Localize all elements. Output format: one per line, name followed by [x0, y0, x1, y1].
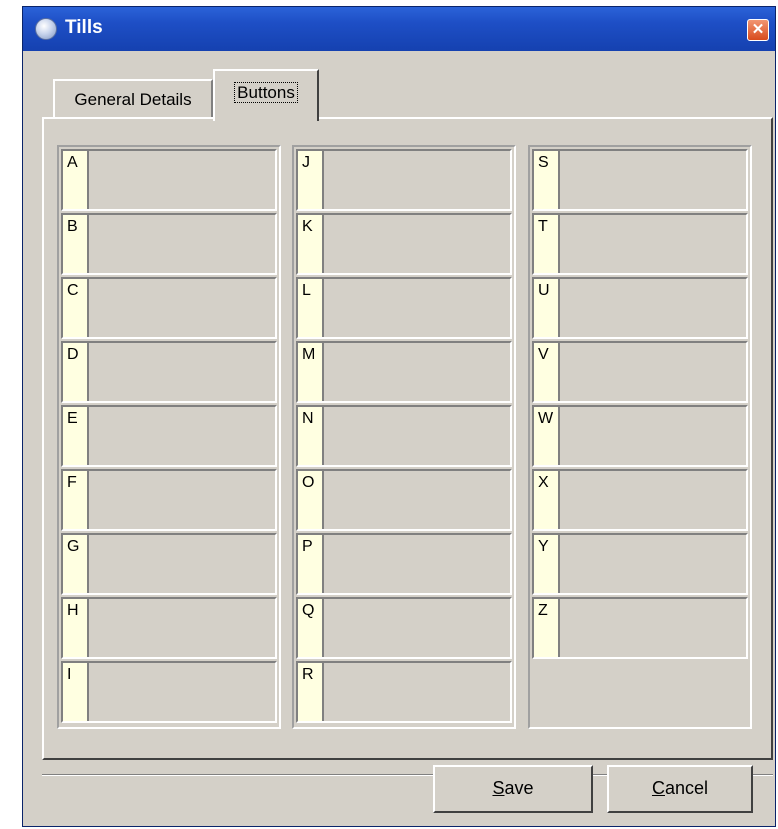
till-button-slot-t[interactable]: T: [532, 213, 748, 275]
till-button-letter: S: [534, 151, 560, 209]
till-button-letter: J: [298, 151, 324, 209]
till-button-letter: O: [298, 471, 324, 529]
till-button-letter: Q: [298, 599, 324, 657]
till-button-letter: K: [298, 215, 324, 273]
till-button-slot-w[interactable]: W: [532, 405, 748, 467]
window-title: Tills: [65, 17, 103, 38]
cancel-button[interactable]: Cancel: [607, 765, 753, 813]
till-button-slot-k[interactable]: K: [296, 213, 512, 275]
till-button-letter: C: [63, 279, 89, 337]
save-mnemonic: S: [492, 778, 505, 798]
till-button-letter: D: [63, 343, 89, 401]
till-button-slot-n[interactable]: N: [296, 405, 512, 467]
close-icon[interactable]: ✕: [747, 19, 769, 41]
till-button-slot-z[interactable]: Z: [532, 597, 748, 659]
till-button-slot-p[interactable]: P: [296, 533, 512, 595]
till-button-slot-a[interactable]: A: [61, 149, 277, 211]
till-button-slot-e[interactable]: E: [61, 405, 277, 467]
till-button-letter: M: [298, 343, 324, 401]
buttons-tab-panel: ABCDEFGHI JKLMNOPQR STUVWXYZ: [42, 117, 773, 760]
till-button-slot-u[interactable]: U: [532, 277, 748, 339]
till-button-slot-h[interactable]: H: [61, 597, 277, 659]
till-button-slot-j[interactable]: J: [296, 149, 512, 211]
till-button-letter: U: [534, 279, 560, 337]
title-bar[interactable]: Tills ✕: [23, 7, 775, 51]
till-button-letter: I: [63, 663, 89, 721]
till-button-letter: P: [298, 535, 324, 593]
till-button-letter: W: [534, 407, 560, 465]
tab-buttons-label: Buttons: [234, 82, 298, 103]
tab-general-details-label: General Details: [74, 90, 192, 109]
tills-dialog: Tills ✕ General Details Buttons ABCDEFGH…: [22, 6, 776, 827]
till-button-letter: X: [534, 471, 560, 529]
till-button-slot-s[interactable]: S: [532, 149, 748, 211]
till-button-slot-b[interactable]: B: [61, 213, 277, 275]
till-button-letter: F: [63, 471, 89, 529]
button-column-3: STUVWXYZ: [528, 145, 752, 729]
till-button-slot-o[interactable]: O: [296, 469, 512, 531]
till-button-letter: E: [63, 407, 89, 465]
till-button-slot-r[interactable]: R: [296, 661, 512, 723]
till-button-slot-q[interactable]: Q: [296, 597, 512, 659]
till-button-letter: Z: [534, 599, 560, 657]
till-button-slot-f[interactable]: F: [61, 469, 277, 531]
till-button-letter: G: [63, 535, 89, 593]
till-button-letter: L: [298, 279, 324, 337]
till-button-letter: H: [63, 599, 89, 657]
till-button-letter: A: [63, 151, 89, 209]
till-button-slot-x[interactable]: X: [532, 469, 748, 531]
till-button-slot-g[interactable]: G: [61, 533, 277, 595]
cancel-label-rest: ancel: [664, 778, 709, 798]
button-column-1: ABCDEFGHI: [57, 145, 281, 729]
app-icon: [35, 18, 57, 40]
till-button-letter: Y: [534, 535, 560, 593]
till-button-slot-i[interactable]: I: [61, 661, 277, 723]
cancel-mnemonic: C: [651, 778, 665, 798]
till-button-slot-c[interactable]: C: [61, 277, 277, 339]
till-button-slot-y[interactable]: Y: [532, 533, 748, 595]
till-button-slot-l[interactable]: L: [296, 277, 512, 339]
till-button-slot-d[interactable]: D: [61, 341, 277, 403]
till-button-letter: N: [298, 407, 324, 465]
till-button-slot-v[interactable]: V: [532, 341, 748, 403]
save-button[interactable]: Save: [433, 765, 593, 813]
till-button-letter: V: [534, 343, 560, 401]
tab-general-details[interactable]: General Details: [53, 79, 213, 119]
button-column-2: JKLMNOPQR: [292, 145, 516, 729]
till-button-letter: B: [63, 215, 89, 273]
till-button-letter: T: [534, 215, 560, 273]
save-label-rest: ave: [504, 778, 534, 798]
tab-buttons[interactable]: Buttons: [213, 69, 319, 121]
till-button-slot-m[interactable]: M: [296, 341, 512, 403]
till-button-letter: R: [298, 663, 324, 721]
